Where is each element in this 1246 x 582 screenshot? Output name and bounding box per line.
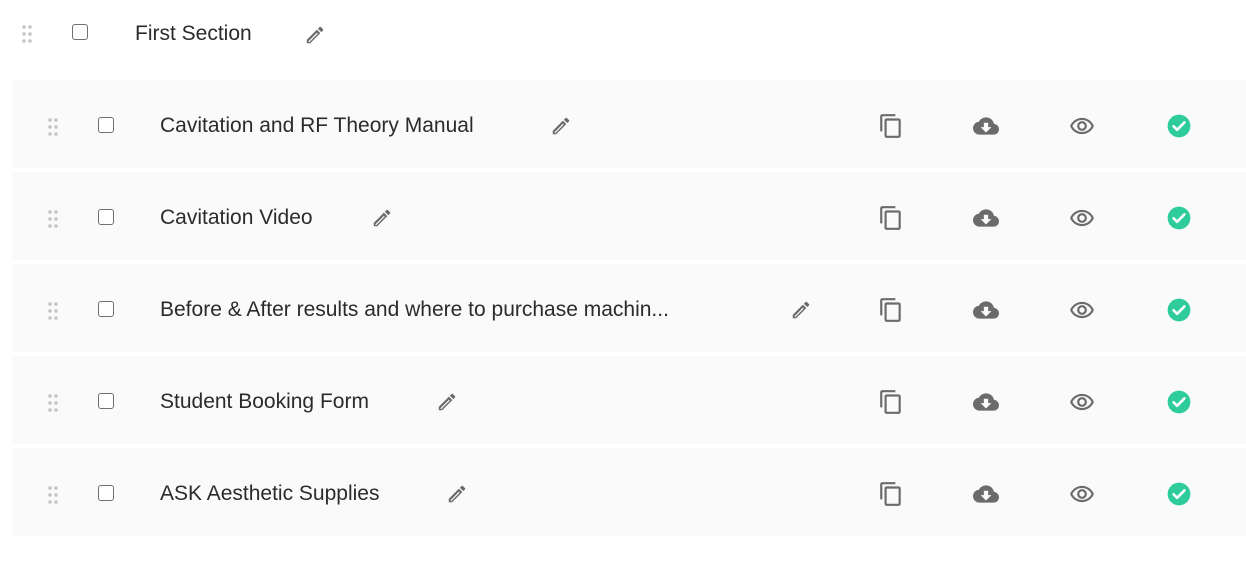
- edit-lesson-icon[interactable]: [550, 115, 572, 137]
- edit-lesson-icon[interactable]: [371, 207, 393, 229]
- lesson-title: Cavitation and RF Theory Manual: [160, 114, 474, 137]
- published-check-icon[interactable]: [1166, 113, 1192, 139]
- lesson-row[interactable]: Cavitation Video: [12, 172, 1246, 260]
- edit-section-icon[interactable]: [304, 24, 326, 46]
- drag-handle-icon[interactable]: [47, 117, 59, 137]
- lesson-checkbox[interactable]: [98, 117, 114, 133]
- lesson-row[interactable]: Cavitation and RF Theory Manual: [12, 80, 1246, 168]
- eye-icon[interactable]: [1069, 205, 1095, 231]
- cloud-download-icon[interactable]: [973, 297, 999, 323]
- lesson-row[interactable]: Before & After results and where to purc…: [12, 264, 1246, 352]
- eye-icon[interactable]: [1069, 297, 1095, 323]
- eye-icon[interactable]: [1069, 389, 1095, 415]
- copy-icon[interactable]: [878, 481, 904, 507]
- copy-icon[interactable]: [878, 297, 904, 323]
- drag-handle-icon[interactable]: [47, 209, 59, 229]
- edit-lesson-icon[interactable]: [446, 483, 468, 505]
- cloud-download-icon[interactable]: [973, 205, 999, 231]
- edit-lesson-icon[interactable]: [436, 391, 458, 413]
- copy-icon[interactable]: [878, 205, 904, 231]
- lesson-checkbox[interactable]: [98, 393, 114, 409]
- lesson-row[interactable]: Student Booking Form: [12, 356, 1246, 444]
- cloud-download-icon[interactable]: [973, 481, 999, 507]
- lesson-checkbox[interactable]: [98, 209, 114, 225]
- lesson-checkbox[interactable]: [98, 301, 114, 317]
- lesson-title: Cavitation Video: [160, 206, 313, 229]
- drag-handle-icon[interactable]: [21, 24, 33, 44]
- copy-icon[interactable]: [878, 113, 904, 139]
- lesson-checkbox[interactable]: [98, 485, 114, 501]
- lesson-title: Student Booking Form: [160, 390, 369, 413]
- section-checkbox[interactable]: [72, 24, 88, 40]
- lesson-row[interactable]: ASK Aesthetic Supplies: [12, 448, 1246, 536]
- eye-icon[interactable]: [1069, 481, 1095, 507]
- drag-handle-icon[interactable]: [47, 301, 59, 321]
- lesson-title: Before & After results and where to purc…: [160, 298, 669, 321]
- copy-icon[interactable]: [878, 389, 904, 415]
- cloud-download-icon[interactable]: [973, 389, 999, 415]
- cloud-download-icon[interactable]: [973, 113, 999, 139]
- published-check-icon[interactable]: [1166, 389, 1192, 415]
- eye-icon[interactable]: [1069, 113, 1095, 139]
- published-check-icon[interactable]: [1166, 205, 1192, 231]
- drag-handle-icon[interactable]: [47, 393, 59, 413]
- published-check-icon[interactable]: [1166, 297, 1192, 323]
- drag-handle-icon[interactable]: [47, 485, 59, 505]
- published-check-icon[interactable]: [1166, 481, 1192, 507]
- edit-lesson-icon[interactable]: [790, 299, 812, 321]
- lesson-title: ASK Aesthetic Supplies: [160, 482, 380, 505]
- section-header: First Section: [0, 0, 1246, 70]
- section-title: First Section: [135, 22, 252, 45]
- lesson-list: Cavitation and RF Theory Manual Cavitati…: [12, 80, 1246, 540]
